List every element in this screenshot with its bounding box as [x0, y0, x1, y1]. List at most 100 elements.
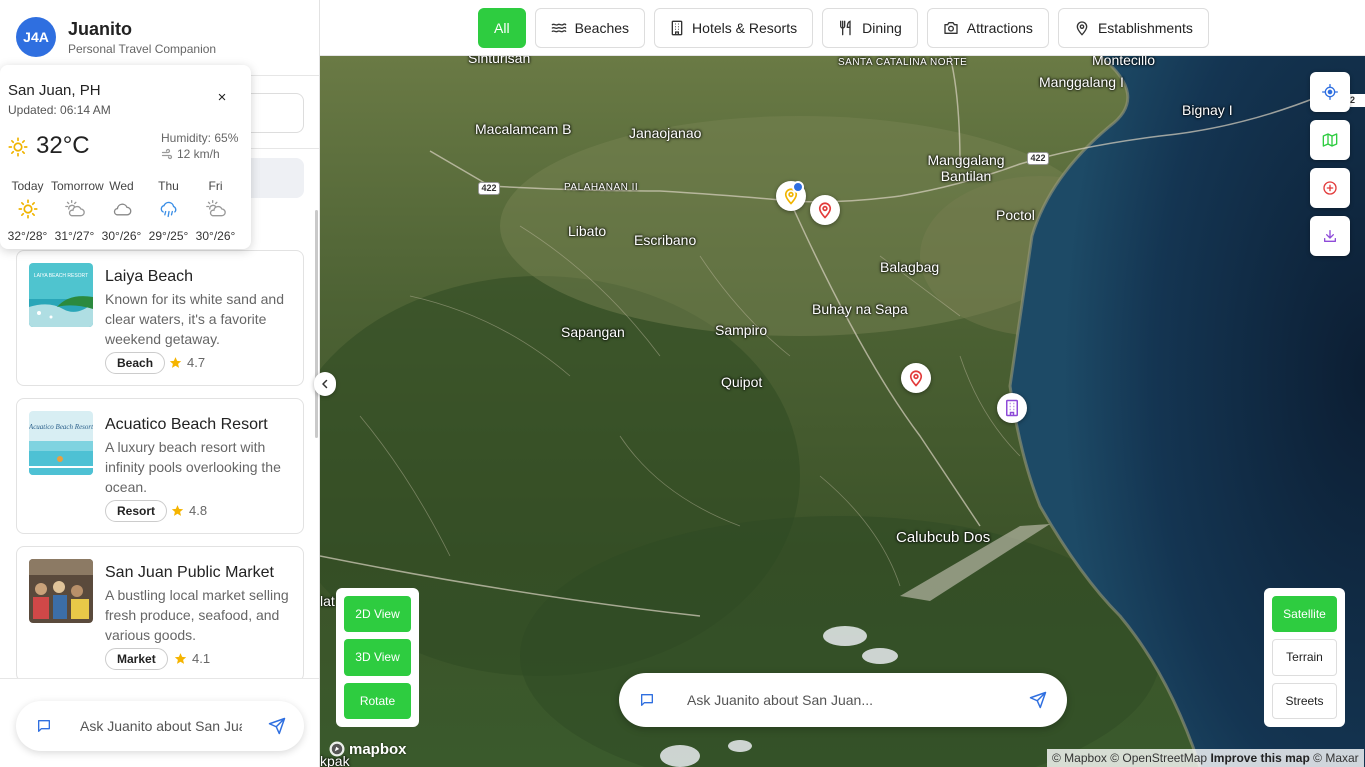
rating: 4.1 [174, 651, 210, 666]
map-style-controls: Satellite Terrain Streets [1264, 588, 1345, 727]
sun-icon [8, 137, 28, 157]
streets-style-button[interactable]: Streets [1272, 682, 1337, 719]
send-button[interactable] [268, 717, 286, 735]
locate-button[interactable] [1310, 72, 1350, 112]
map[interactable]: Sinturisan SANTA CATALINA NORTE Montecil… [320, 56, 1365, 767]
download-button[interactable] [1310, 216, 1350, 256]
brand-name: Juanito [68, 19, 133, 39]
improve-map-link[interactable]: Improve this map [1210, 751, 1309, 765]
map-marker-hotel[interactable] [997, 393, 1027, 423]
tab-establishments[interactable]: Establishments [1057, 8, 1209, 48]
3d-view-button[interactable]: 3D View [344, 639, 411, 676]
map-controls [1310, 72, 1350, 256]
map-marker-establishment[interactable] [810, 195, 840, 225]
thumb-text: LAIYA BEACH RESORT [34, 273, 88, 279]
waves-icon [551, 23, 566, 33]
place-card[interactable]: San Juan Public Market A bustling local … [16, 546, 304, 678]
forecast-day: Fri 30°/26° [192, 179, 239, 243]
place-card[interactable]: LAIYA BEACH RESORT Laiya Beach Known for… [16, 250, 304, 386]
place-label: Escribano [634, 232, 697, 248]
cloud-icon [98, 199, 145, 221]
place-label: Janaojanao [629, 125, 702, 141]
star-icon [174, 653, 187, 664]
category-tabs: All Beaches Hotels & Resorts Dining Attr… [478, 8, 1209, 48]
place-label: Manggalang I [1039, 74, 1124, 90]
forecast: Today 32°/28° Tomorrow 31°/27° Wed 30°/2… [4, 179, 239, 243]
road-shield: 422 [478, 182, 500, 195]
category-badge: Resort [105, 500, 168, 522]
chat-input[interactable] [80, 718, 242, 734]
divider [250, 148, 319, 149]
send-icon [1029, 691, 1047, 709]
attribution-osm[interactable]: © OpenStreetMap [1110, 751, 1207, 765]
forecast-day: Tomorrow 31°/27° [51, 179, 104, 243]
building-icon [671, 20, 683, 36]
building-icon [1006, 399, 1018, 417]
place-label: Manggalang Bantilan [927, 152, 1005, 184]
2d-view-button[interactable]: 2D View [344, 596, 411, 633]
place-label: Sampiro [715, 322, 768, 338]
place-label: Montecillo [1092, 56, 1156, 68]
chevron-left-icon [322, 379, 328, 389]
collapse-sidebar-button[interactable] [314, 372, 336, 396]
terrain-style-button[interactable]: Terrain [1272, 639, 1337, 676]
rating: 4.8 [171, 503, 207, 518]
tab-all[interactable]: All [478, 8, 526, 48]
mapbox-logo[interactable]: mapbox [328, 740, 407, 758]
place-label: Quipot [721, 374, 763, 390]
tab-dining[interactable]: Dining [822, 8, 918, 48]
satellite-style-button[interactable]: Satellite [1272, 596, 1337, 633]
attribution-mapbox[interactable]: © Mapbox [1052, 751, 1107, 765]
place-label: Poctol [996, 207, 1035, 223]
place-thumbnail [29, 559, 93, 623]
download-icon [1324, 230, 1336, 242]
map-chat-box [619, 673, 1067, 727]
place-label: Buhay na Sapa [812, 301, 908, 317]
rotate-button[interactable]: Rotate [344, 682, 411, 719]
view-controls: 2D View 3D View Rotate [336, 588, 419, 727]
tab-label: Beaches [574, 20, 630, 36]
forecast-day-name: Wed [109, 179, 134, 193]
attribution-maxar[interactable]: © Maxar [1313, 751, 1359, 765]
brand-tagline: Personal Travel Companion [68, 42, 217, 56]
place-card[interactable]: Acuatico Beach Resort Acuatico Beach Res… [16, 398, 304, 534]
current-location-dot [792, 181, 804, 193]
mapbox-logo-text: mapbox [349, 740, 407, 758]
place-label: Macalamcam B [475, 121, 572, 137]
thumb-text: Acuatico Beach Resort [29, 423, 93, 431]
sidebar: J4A Juanito Personal Travel Companion Sa… [0, 0, 320, 767]
weather-updated: Updated: 06:14 AM [8, 103, 111, 117]
tab-hotels-resorts[interactable]: Hotels & Resorts [654, 8, 814, 48]
scrollbar[interactable] [315, 210, 318, 438]
tab-attractions[interactable]: Attractions [926, 8, 1049, 48]
message-icon [641, 694, 653, 706]
partly-cloudy-icon [51, 199, 98, 221]
place-name: San Juan Public Market [105, 564, 274, 581]
map-chat-input[interactable] [687, 692, 1007, 708]
close-button[interactable]: × [213, 89, 231, 107]
tab-label: Hotels & Resorts [692, 20, 798, 36]
tab-label: Dining [862, 20, 902, 36]
rating-value: 4.8 [189, 503, 208, 518]
road-shield: 422 [1027, 152, 1049, 165]
place-thumbnail: Acuatico Beach Resort [29, 411, 93, 475]
forecast-temps: 29°/25° [148, 229, 189, 243]
weather-wind: 12 km/h [161, 147, 220, 161]
forecast-temps: 31°/27° [54, 229, 95, 243]
sun-icon [4, 199, 51, 221]
place-label: Bignay I [1182, 102, 1233, 118]
category-badge: Market [105, 648, 168, 670]
tab-label: All [494, 20, 510, 36]
place-label: Sinturisan [468, 56, 531, 66]
map-layers-button[interactable] [1310, 120, 1350, 160]
wind-icon [161, 148, 173, 160]
place-name: Acuatico Beach Resort [105, 416, 268, 433]
tab-beaches[interactable]: Beaches [534, 8, 646, 48]
map-marker-establishment[interactable] [901, 363, 931, 393]
tab-label: Establishments [1097, 20, 1193, 36]
add-marker-button[interactable] [1310, 168, 1350, 208]
chat-area [0, 678, 319, 767]
place-name: Laiya Beach [105, 268, 194, 285]
forecast-day-name: Fri [208, 179, 223, 193]
send-button[interactable] [1029, 691, 1047, 709]
